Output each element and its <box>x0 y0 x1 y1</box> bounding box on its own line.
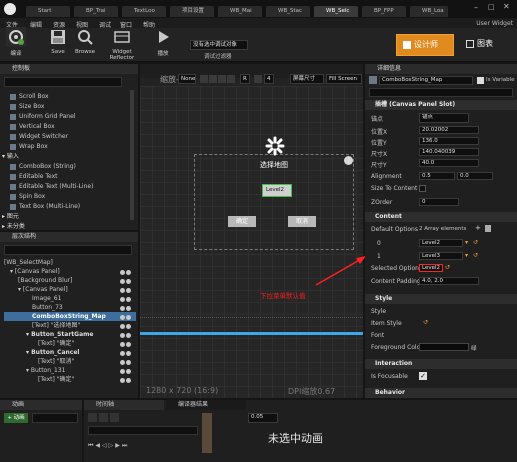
content-padding-label: Content Padding <box>371 278 421 285</box>
add-element-icon[interactable]: + <box>475 224 481 232</box>
foreground-color-value: 绿 <box>471 346 477 352</box>
option-1-index: 1 <box>377 253 381 260</box>
option-1-dropdown-icon[interactable]: ▾ <box>465 252 468 259</box>
option-0-reset-icon[interactable]: ↺ <box>473 239 478 246</box>
content-padding-input[interactable]: 4.0, 2.0 <box>419 277 479 285</box>
zorder-input[interactable]: 0 <box>419 198 459 206</box>
timeline-search[interactable] <box>88 426 198 435</box>
details-panel: 详细信息 ComboBoxString_Map Is Variable 插槽 (… <box>365 64 517 398</box>
font-label: Font <box>371 332 385 339</box>
pos-y-input[interactable]: 136.0 <box>419 137 479 145</box>
play-reverse-icon[interactable]: ◁ <box>102 442 109 449</box>
widget-type-icon <box>369 76 377 84</box>
is-focusable-checkbox[interactable]: ✓ <box>419 372 427 380</box>
no-animation-label: 未选中动画 <box>268 432 323 445</box>
alignment-x-input[interactable]: 0.5 <box>419 172 455 180</box>
foreground-color-label: Foreground Color <box>371 344 423 351</box>
pos-y-label: 位置Y <box>371 140 387 147</box>
playhead-marker[interactable] <box>202 413 212 453</box>
tab-timeline[interactable]: 时间轴 <box>84 400 164 410</box>
selected-option-reset-icon[interactable]: ↺ <box>445 264 450 271</box>
item-style-label: Item Style <box>371 320 402 327</box>
refresh-icon[interactable] <box>88 413 97 422</box>
timeline-panel: 时间轴 编译器结果 0.05 ⏮◀◁▷▶⏭ 未选中动画 <box>84 400 517 462</box>
transport-controls: ⏮◀◁▷▶⏭ <box>88 442 129 450</box>
step-forward-icon[interactable]: ▶ <box>115 442 122 449</box>
animation-title: 动画 <box>0 400 82 410</box>
item-style-reset-icon[interactable]: ↺ <box>423 319 428 326</box>
option-1-reset-icon[interactable]: ↺ <box>473 252 478 259</box>
default-options-value: 2 Array elements <box>419 226 467 232</box>
tab-compiler-results[interactable]: 编译器结果 <box>166 400 246 410</box>
option-0-input[interactable]: Level2 <box>419 239 463 247</box>
delete-elements-icon[interactable] <box>485 225 491 232</box>
pos-x-input[interactable]: 20.02002 <box>419 126 479 134</box>
pos-x-label: 位置X <box>371 129 388 136</box>
option-0-index: 0 <box>377 240 381 247</box>
size-to-content-label: Size To Content <box>371 185 418 192</box>
size-y-label: 尺寸Y <box>371 162 387 169</box>
content-section-header[interactable]: Content <box>365 212 517 222</box>
alignment-label: Alignment <box>371 173 402 180</box>
widget-name-field[interactable]: ComboBoxString_Map <box>379 76 473 85</box>
is-variable-checkbox[interactable] <box>477 77 484 84</box>
is-variable-label: Is Variable <box>486 77 515 83</box>
anchor-select[interactable]: 锚点 <box>419 113 469 123</box>
size-y-input[interactable]: 40.0 <box>419 159 479 167</box>
details-title: 详细信息 <box>365 64 517 74</box>
style-section-header[interactable]: Style <box>365 294 517 304</box>
foreground-color-swatch[interactable] <box>419 343 469 351</box>
style-label: Style <box>371 308 387 315</box>
skip-forward-icon[interactable]: ⏭ <box>122 442 129 449</box>
option-1-input[interactable]: Level3 <box>419 252 463 260</box>
size-x-label: 尺寸X <box>371 151 388 158</box>
size-x-input[interactable]: 140.040039 <box>419 148 479 156</box>
filter-icon[interactable] <box>110 413 119 422</box>
option-0-dropdown-icon[interactable]: ▾ <box>465 239 468 246</box>
time-input[interactable]: 0.05 <box>248 413 278 423</box>
default-options-label: Default Options <box>371 226 418 233</box>
animation-search[interactable] <box>32 413 78 423</box>
details-search[interactable] <box>369 88 513 97</box>
behavior-section-header[interactable]: Behavior <box>365 388 517 398</box>
add-track-icon[interactable] <box>99 413 108 422</box>
selected-option-input[interactable]: Level2 <box>419 264 443 272</box>
slot-section-header[interactable]: 插槽 (Canvas Panel Slot) <box>365 100 517 110</box>
anchor-label: 锚点 <box>371 116 384 123</box>
animation-panel: 动画 + 动画 <box>0 400 82 462</box>
selected-option-label: Selected Option <box>371 265 419 272</box>
alignment-y-input[interactable]: 0.0 <box>457 172 493 180</box>
add-animation-button[interactable]: + 动画 <box>4 413 28 423</box>
timeline-toolbar <box>88 413 121 424</box>
size-to-content-checkbox[interactable] <box>419 185 426 192</box>
zorder-label: ZOrder <box>371 199 393 206</box>
is-focusable-label: Is Focusable <box>371 373 408 380</box>
interaction-section-header[interactable]: Interaction <box>365 359 517 369</box>
